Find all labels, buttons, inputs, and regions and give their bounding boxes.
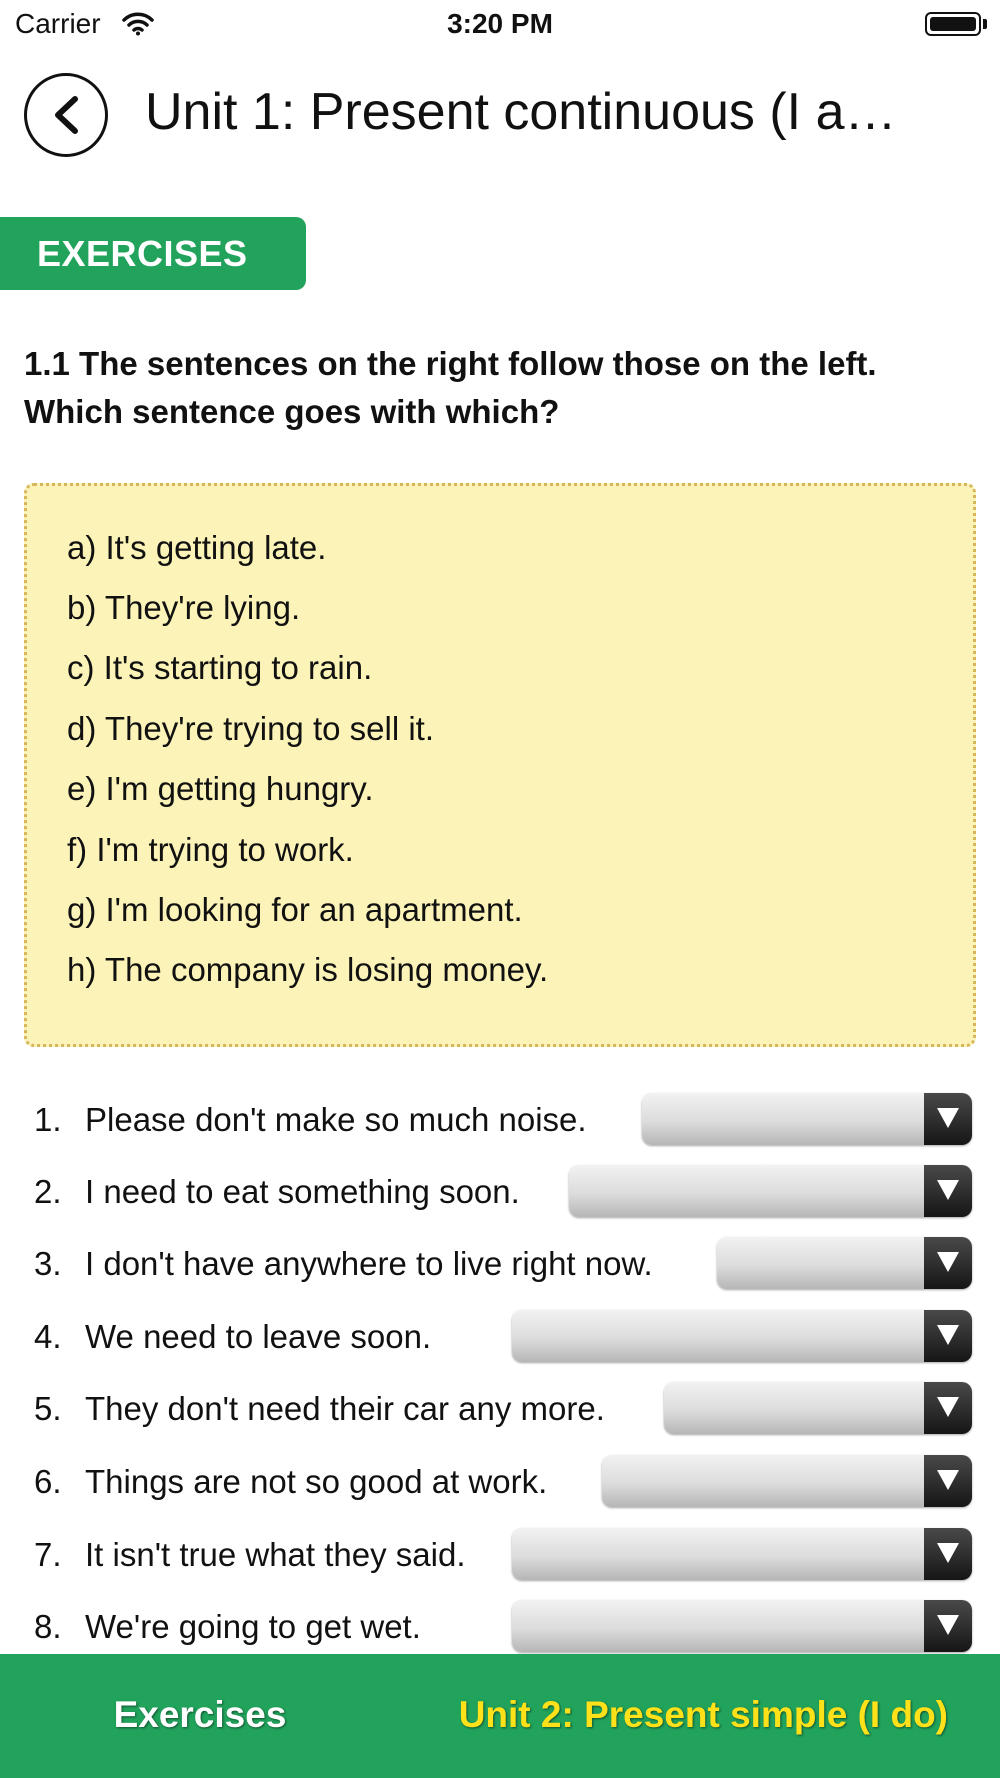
dropdown-arrow-icon bbox=[924, 1600, 972, 1652]
exercise-item-6: 6. Things are not so good at work. bbox=[0, 1455, 1000, 1511]
option-e: e) I'm getting hungry. bbox=[67, 770, 374, 807]
item-text: It isn't true what they said. bbox=[85, 1536, 466, 1573]
item-text: Things are not so good at work. bbox=[85, 1463, 548, 1500]
item-number: 2. bbox=[34, 1173, 62, 1210]
battery-tip bbox=[983, 19, 987, 29]
options-box: a) It's getting late. b) They're lying. … bbox=[24, 483, 976, 1047]
battery-icon bbox=[925, 12, 981, 36]
exercise-item-2: 2. I need to eat something soon. bbox=[0, 1165, 1000, 1221]
bottom-navigation-bar: Exercises Unit 2: Present simple (I do) bbox=[0, 1654, 1000, 1778]
exercise-item-5: 5. They don't need their car any more. bbox=[0, 1382, 1000, 1438]
item-text: We're going to get wet. bbox=[85, 1608, 421, 1645]
answer-dropdown-3[interactable] bbox=[717, 1237, 972, 1289]
section-tab-label: EXERCISES bbox=[37, 233, 248, 274]
answer-dropdown-6[interactable] bbox=[602, 1455, 972, 1507]
exercise-question: 1.1 The sentences on the right follow th… bbox=[24, 345, 877, 430]
page-title: Unit 1: Present continuous (I a… bbox=[145, 83, 897, 141]
option-f: f) I'm trying to work. bbox=[67, 831, 354, 868]
dropdown-arrow-icon bbox=[924, 1528, 972, 1580]
item-number: 8. bbox=[34, 1608, 62, 1645]
item-number: 7. bbox=[34, 1536, 62, 1573]
option-a: a) It's getting late. bbox=[67, 529, 327, 566]
dropdown-arrow-icon bbox=[924, 1237, 972, 1289]
answer-dropdown-4[interactable] bbox=[512, 1310, 972, 1362]
exercise-item-4: 4. We need to leave soon. bbox=[0, 1310, 1000, 1366]
item-text: We need to leave soon. bbox=[85, 1318, 432, 1355]
clock: 3:20 PM bbox=[447, 8, 553, 39]
option-h: h) The company is losing money. bbox=[67, 951, 549, 988]
exercises-section-tab: EXERCISES bbox=[0, 217, 306, 290]
exercises-nav-button[interactable]: Exercises bbox=[0, 1694, 400, 1736]
back-button[interactable] bbox=[24, 73, 108, 157]
status-bar: Carrier 3:20 PM bbox=[0, 0, 1000, 50]
answer-dropdown-7[interactable] bbox=[512, 1528, 972, 1580]
dropdown-arrow-icon bbox=[924, 1093, 972, 1145]
exercise-item-1: 1. Please don't make so much noise. bbox=[0, 1093, 1000, 1149]
item-number: 1. bbox=[34, 1101, 62, 1138]
item-number: 4. bbox=[34, 1318, 62, 1355]
chevron-left-icon bbox=[55, 96, 78, 134]
answer-dropdown-5[interactable] bbox=[664, 1382, 972, 1434]
answer-dropdown-2[interactable] bbox=[569, 1165, 972, 1217]
dropdown-arrow-icon bbox=[924, 1165, 972, 1217]
option-c: c) It's starting to rain. bbox=[67, 649, 373, 686]
item-text: They don't need their car any more. bbox=[85, 1390, 605, 1427]
dropdown-arrow-icon bbox=[924, 1382, 972, 1434]
exercise-item-7: 7. It isn't true what they said. bbox=[0, 1528, 1000, 1584]
item-text: I need to eat something soon. bbox=[85, 1173, 520, 1210]
option-b: b) They're lying. bbox=[67, 589, 301, 626]
dropdown-arrow-icon bbox=[924, 1310, 972, 1362]
item-text: I don't have anywhere to live right now. bbox=[85, 1245, 653, 1282]
item-number: 3. bbox=[34, 1245, 62, 1282]
exercise-item-3: 3. I don't have anywhere to live right no… bbox=[0, 1237, 1000, 1293]
option-d: d) They're trying to sell it. bbox=[67, 710, 434, 747]
answer-dropdown-1[interactable] bbox=[642, 1093, 972, 1145]
dropdown-arrow-icon bbox=[924, 1455, 972, 1507]
item-number: 5. bbox=[34, 1390, 62, 1427]
answer-dropdown-8[interactable] bbox=[512, 1600, 972, 1652]
next-unit-button[interactable]: Unit 2: Present simple (I do) bbox=[459, 1694, 948, 1736]
item-text: Please don't make so much noise. bbox=[85, 1101, 587, 1138]
exercise-item-8: 8. We're going to get wet. bbox=[0, 1600, 1000, 1656]
option-g: g) I'm looking for an apartment. bbox=[67, 891, 523, 928]
item-number: 6. bbox=[34, 1463, 62, 1500]
